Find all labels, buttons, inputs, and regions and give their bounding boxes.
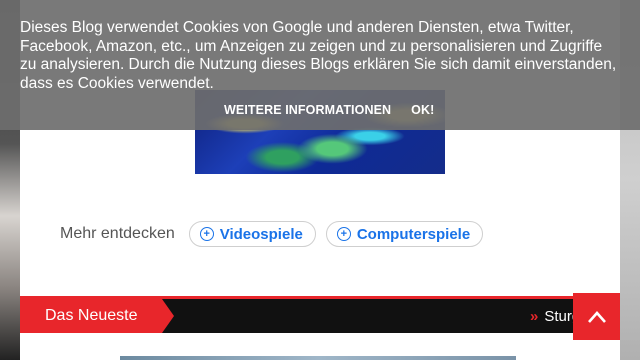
discover-label: Mehr entdecken — [60, 225, 175, 242]
plus-circle-icon: + — [336, 227, 351, 241]
post-thumbnail-strip[interactable] — [120, 356, 516, 360]
discover-pill-videospiele[interactable]: + Videospiele — [188, 221, 316, 247]
discover-more-bar: Mehr entdecken + Videospiele + Computers… — [60, 220, 493, 248]
latest-news-ticker: Das Neueste » Sturg — [20, 296, 620, 333]
ticker-title: Das Neueste — [20, 299, 174, 333]
back-to-top-button[interactable] — [573, 293, 620, 340]
chevron-up-icon — [587, 310, 606, 323]
pill-label: Computerspiele — [356, 225, 471, 243]
more-info-link[interactable]: Weitere Informationen — [224, 103, 391, 117]
cookie-notice-text: Dieses Blog verwendet Cookies von Google… — [20, 19, 617, 92]
cookie-consent-banner: Dieses Blog verwendet Cookies von Google… — [0, 0, 640, 130]
cookie-actions: Weitere Informationen OK! — [224, 103, 454, 117]
ok-button[interactable]: OK! — [411, 103, 434, 117]
pill-label: Videospiele — [219, 225, 303, 243]
plus-circle-icon: + — [199, 227, 214, 241]
double-chevron-right-icon: » — [530, 307, 539, 325]
discover-pill-computerspiele[interactable]: + Computerspiele — [325, 221, 484, 247]
